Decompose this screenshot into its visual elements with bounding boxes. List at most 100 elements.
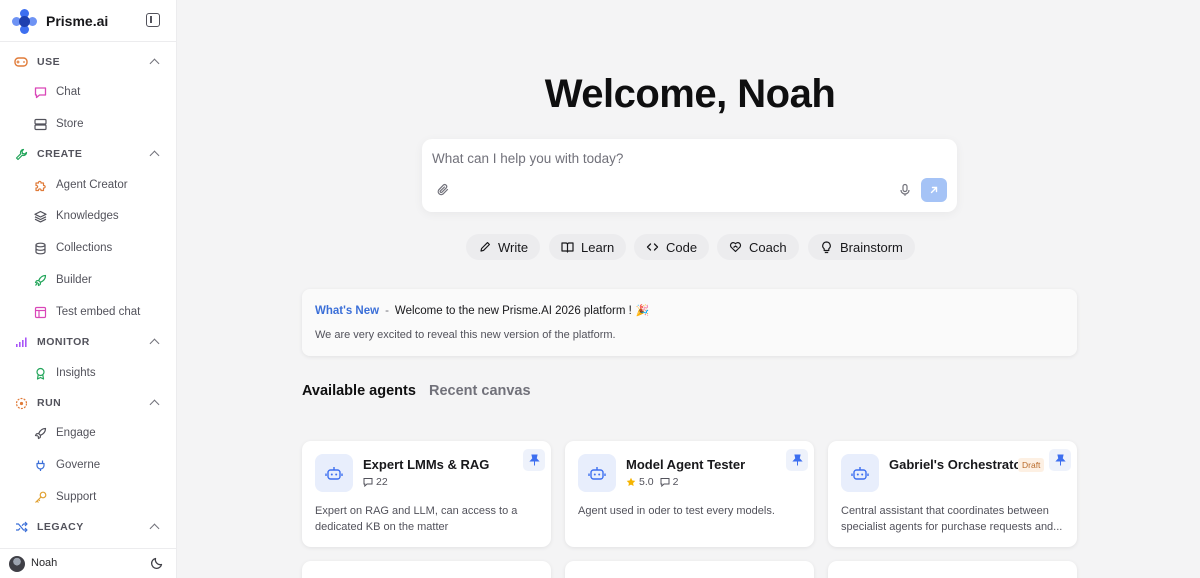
chevron-up-icon[interactable]	[149, 150, 160, 161]
sidebar-item-engage[interactable]: Engage	[0, 420, 177, 446]
section-label: CREATE	[37, 148, 83, 160]
section-use[interactable]: USE	[0, 51, 177, 73]
bot-icon	[578, 454, 616, 492]
user-bar[interactable]: Noah	[0, 548, 177, 578]
sidebar-item-builder[interactable]: Builder	[0, 267, 177, 293]
chip-label: Coach	[749, 239, 787, 255]
draft-badge: Draft	[1018, 458, 1045, 472]
agent-meta: 5.0 2	[626, 476, 684, 488]
book-open-icon	[561, 241, 574, 254]
whats-new-banner[interactable]: What's New - Welcome to the new Prisme.A…	[302, 289, 1077, 356]
sidebar-collapse-icon[interactable]	[146, 13, 160, 27]
chevron-up-icon[interactable]	[149, 523, 160, 534]
section-legacy[interactable]: LEGACY	[0, 516, 177, 538]
agent-card[interactable]: Gabriel's Orchestrator Draft Central ass…	[828, 441, 1077, 547]
send-rocket-icon	[33, 426, 47, 440]
prompt-input[interactable]	[432, 148, 932, 168]
whats-new-tag: What's New	[315, 304, 380, 317]
comment-icon	[660, 478, 670, 487]
microphone-icon[interactable]	[898, 183, 912, 197]
chip-code[interactable]: Code	[634, 234, 710, 260]
chip-coach[interactable]: Coach	[717, 234, 799, 260]
layers-icon	[33, 209, 47, 223]
section-run[interactable]: RUN	[0, 392, 177, 414]
agent-card-partial[interactable]	[565, 561, 814, 578]
rocket-icon	[33, 273, 47, 287]
bar-chart-icon	[14, 335, 28, 349]
sidebar-item-governe[interactable]: Governe	[0, 452, 177, 478]
tab-available-agents[interactable]: Available agents	[302, 383, 416, 399]
sidebar-item-knowledges[interactable]: Knowledges	[0, 203, 177, 229]
sidebar-item-label: Governe	[56, 459, 101, 471]
chip-write[interactable]: Write	[466, 234, 541, 260]
pin-button[interactable]	[1049, 449, 1071, 471]
rating: 5.0	[626, 476, 654, 488]
agent-card-partial[interactable]	[828, 561, 1077, 578]
chip-label: Brainstorm	[840, 239, 903, 255]
news-title: Welcome to the new Prisme.AI 2026 platfo…	[394, 304, 632, 317]
sidebar-item-label: Store	[56, 118, 84, 130]
wrench-icon	[14, 147, 28, 161]
sidebar-item-test-embed-chat[interactable]: Test embed chat	[0, 299, 177, 325]
section-label: MONITOR	[37, 336, 90, 348]
sidebar-item-store[interactable]: Store	[0, 111, 177, 137]
pin-icon	[1054, 454, 1066, 466]
puzzle-icon	[33, 178, 47, 192]
code-icon	[646, 241, 659, 254]
agent-meta: 22	[363, 476, 394, 488]
section-create[interactable]: CREATE	[0, 143, 177, 165]
sidebar-item-label: Insights	[56, 367, 96, 379]
plug-icon	[33, 458, 47, 472]
brand[interactable]: Prisme.ai	[12, 8, 108, 34]
sidebar-item-label: Engage	[56, 427, 96, 439]
comment-count: 22	[363, 476, 388, 488]
agent-card[interactable]: Model Agent Tester 5.0 2 Agent used in o…	[565, 441, 814, 547]
bot-icon	[841, 454, 879, 492]
prisme-logo-icon	[12, 8, 37, 34]
sidebar-item-support[interactable]: Support	[0, 484, 177, 510]
agent-name: Model Agent Tester	[626, 457, 746, 472]
comment-count: 2	[660, 476, 678, 488]
heart-handshake-icon	[729, 241, 742, 254]
pin-button[interactable]	[786, 449, 808, 471]
prompt-box	[422, 139, 957, 212]
sidebar-item-chat[interactable]: Chat	[0, 79, 177, 105]
chevron-up-icon[interactable]	[149, 58, 160, 69]
gamepad-icon	[14, 55, 28, 69]
pin-button[interactable]	[523, 449, 545, 471]
suggestion-chips: Write Learn Code Coach Brainstorm	[0, 234, 1200, 260]
moon-icon[interactable]	[150, 556, 164, 570]
chip-brainstorm[interactable]: Brainstorm	[808, 234, 915, 260]
sidebar-item-agent-creator[interactable]: Agent Creator	[0, 172, 177, 198]
sidebar-item-label: Knowledges	[56, 210, 119, 222]
avatar[interactable]	[9, 556, 25, 572]
sidebar-item-label: Agent Creator	[56, 179, 128, 191]
layout-icon	[33, 305, 47, 319]
chip-label: Code	[666, 239, 698, 255]
pin-icon	[528, 454, 540, 466]
section-monitor[interactable]: MONITOR	[0, 331, 177, 353]
send-button[interactable]	[921, 178, 947, 202]
shuffle-icon	[14, 520, 28, 534]
award-icon	[33, 366, 47, 380]
chevron-up-icon[interactable]	[149, 399, 160, 410]
chevron-up-icon[interactable]	[149, 338, 160, 349]
tab-recent-canvas[interactable]: Recent canvas	[429, 383, 531, 399]
server-icon	[33, 117, 47, 131]
agent-description: Central assistant that coordinates betwe…	[841, 505, 1063, 533]
agent-card[interactable]: Expert LMMs & RAG 22 Expert on RAG and L…	[302, 441, 551, 547]
paperclip-icon[interactable]	[436, 183, 450, 197]
section-label: USE	[37, 56, 61, 68]
agent-name: Expert LMMs & RAG	[363, 457, 490, 472]
agent-card-partial[interactable]	[302, 561, 551, 578]
sidebar: Prisme.ai USE Chat Store CREATE Agent Cr…	[0, 0, 177, 578]
sidebar-item-insights[interactable]: Insights	[0, 360, 177, 386]
agent-description: Expert on RAG and LLM, can access to a d…	[315, 505, 518, 533]
agent-name: Gabriel's Orchestrator	[889, 457, 1027, 472]
comment-icon	[363, 478, 373, 487]
party-popper-icon: 🎉	[635, 305, 650, 317]
news-body: We are very excited to reveal this new v…	[315, 329, 616, 341]
pin-icon	[791, 454, 803, 466]
chip-label: Write	[498, 239, 529, 255]
chip-learn[interactable]: Learn	[549, 234, 627, 260]
